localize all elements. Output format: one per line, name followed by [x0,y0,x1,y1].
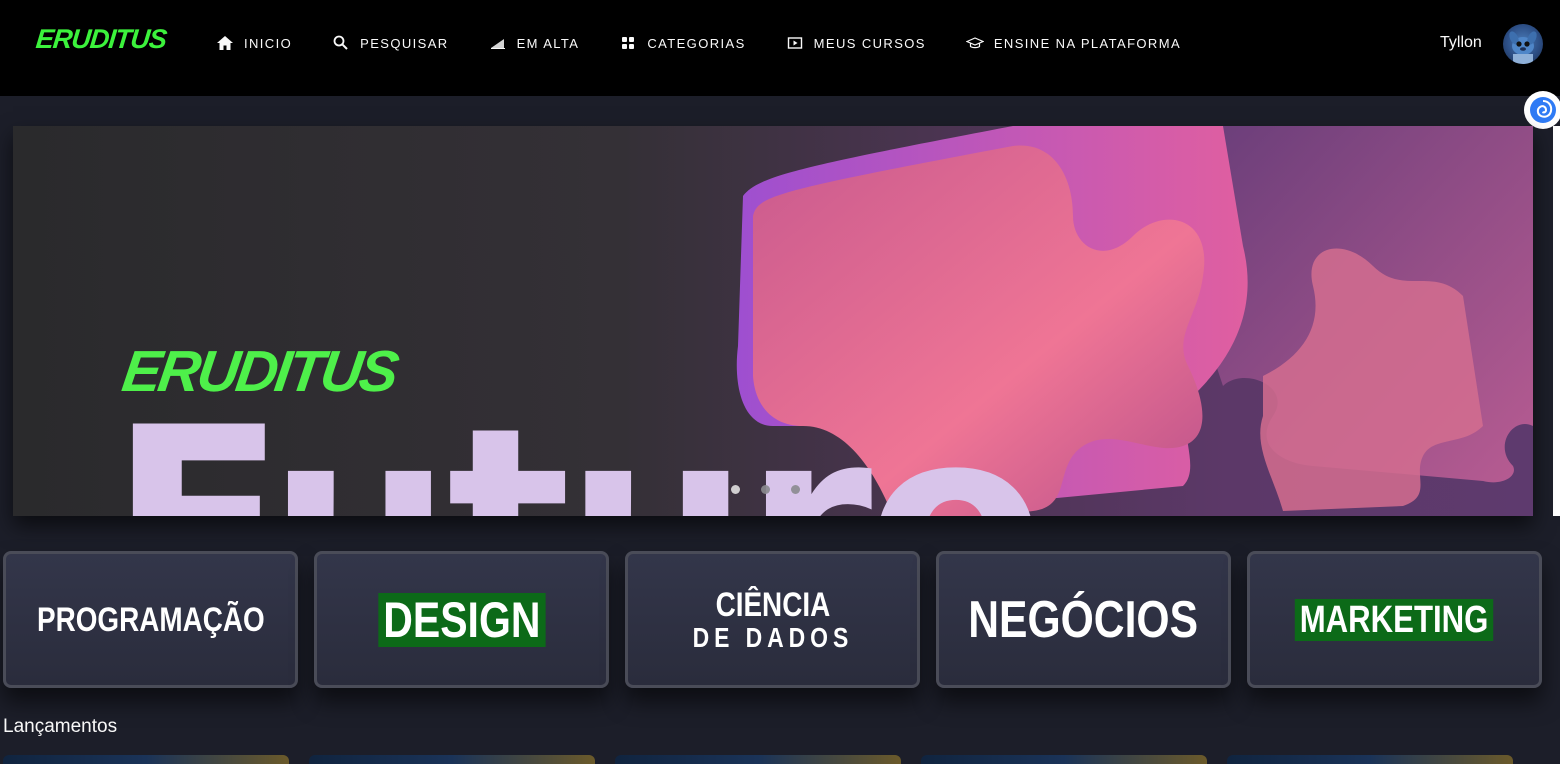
category-card-marketing[interactable]: MARKETING [1247,551,1542,688]
nav-item-em-alta[interactable]: EM ALTA [489,34,580,52]
carousel-dot-2[interactable] [761,485,770,494]
carousel-dot-1[interactable] [731,485,740,494]
nav-item-categorias[interactable]: CATEGORIAS [619,34,745,52]
main-nav: INICIO PESQUISAR EM ALTA CATEGORIAS MEUS… [216,34,1221,52]
carousel-dots [731,485,821,494]
category-card-ciencia-de-dados[interactable]: CIÊNCIA DE DADOS [625,551,920,688]
category-card-programacao[interactable]: PROGRAMAÇÃO [3,551,298,688]
nav-item-pesquisar[interactable]: PESQUISAR [332,34,448,52]
section-title-lancamentos: Lançamentos [3,716,118,737]
category-label: PROGRAMAÇÃO [36,600,265,639]
nav-label: MEUS CURSOS [813,35,926,51]
nav-item-ensine[interactable]: ENSINE NA PLATAFORMA [965,34,1182,52]
category-label-wrap: CIÊNCIA DE DADOS [692,588,853,652]
course-thumbnail[interactable] [615,755,901,764]
grid-icon [622,37,635,49]
category-label: NEGÓCIOS [968,590,1199,649]
category-card-negocios[interactable]: NEGÓCIOS [936,551,1231,688]
category-label: MARKETING [1295,598,1494,641]
nav-label: INICIO [244,35,293,51]
nav-label: ENSINE NA PLATAFORMA [993,35,1182,51]
brand-logo[interactable]: ERUDITUS [34,24,167,55]
graduation-cap-icon [965,37,984,49]
course-thumbnail[interactable] [921,755,1207,764]
hero-banner[interactable]: ERUDITUS Futuro [13,126,1533,516]
home-icon [217,36,233,50]
nav-label: EM ALTA [516,35,580,51]
browser-extension-button[interactable] [1524,91,1560,129]
category-card-design[interactable]: DESIGN [314,551,609,688]
user-avatar[interactable] [1503,24,1543,64]
play-list-icon [787,37,802,49]
avatar-image [1509,31,1537,64]
category-label: DESIGN [377,592,546,647]
right-edge-panel [1553,126,1560,516]
course-thumbnail[interactable] [3,755,289,764]
top-header: ERUDITUS INICIO PESQUISAR EM ALTA CATEGO… [0,0,1560,96]
carousel-dot-3[interactable] [791,485,800,494]
trending-icon [490,39,505,49]
nav-item-meus-cursos[interactable]: MEUS CURSOS [786,34,926,52]
course-thumbnail[interactable] [309,755,595,764]
course-thumbnail[interactable] [1227,755,1513,764]
nav-item-inicio[interactable]: INICIO [216,34,292,52]
nav-label: CATEGORIAS [647,35,746,51]
nav-label: PESQUISAR [360,35,449,51]
category-label: CIÊNCIA [715,585,830,624]
spiral-icon [1530,97,1556,123]
hero-headline: Futuro [109,394,1045,516]
user-name[interactable]: Tyllon [1440,34,1482,52]
category-sublabel: DE DADOS [692,621,853,653]
search-icon [333,35,348,50]
